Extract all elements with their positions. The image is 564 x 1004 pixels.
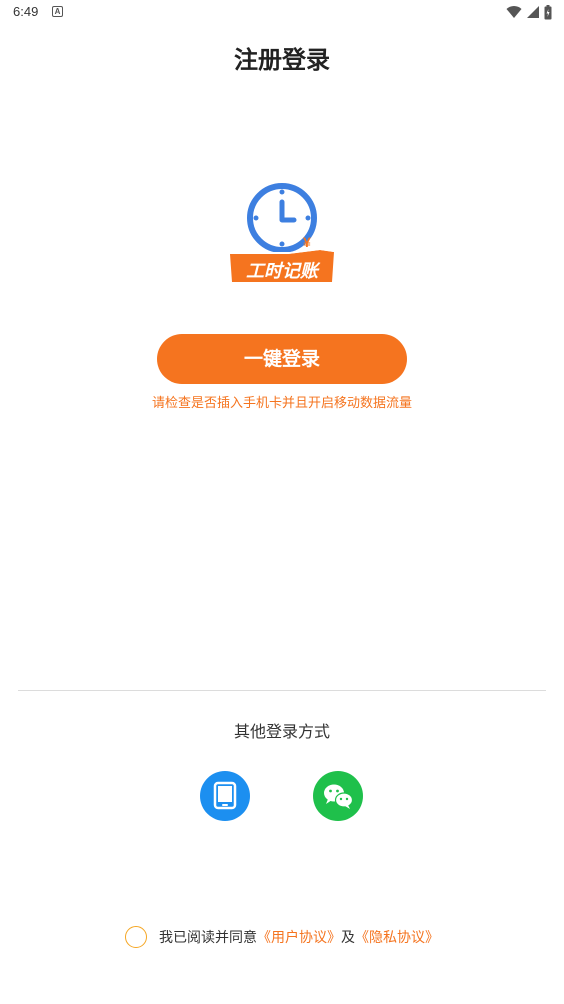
- agreement-checkbox[interactable]: [125, 926, 147, 948]
- battery-icon: [544, 4, 552, 19]
- user-agreement-link[interactable]: 《用户协议》: [257, 927, 341, 947]
- yen-icon: ¥: [303, 234, 311, 250]
- one-tap-login-button[interactable]: 一键登录: [157, 334, 407, 384]
- status-bar: 6:49 A: [0, 0, 564, 24]
- status-time: 6:49: [13, 4, 39, 19]
- wechat-icon: [324, 784, 354, 809]
- page-title: 注册登录: [234, 46, 330, 74]
- other-login-title: 其他登录方式: [233, 722, 330, 741]
- privacy-policy-link[interactable]: 《隐私协议》: [355, 927, 439, 947]
- wifi-icon: [506, 6, 522, 19]
- signal-icon: [527, 6, 539, 18]
- notification-icon: A: [52, 6, 63, 17]
- divider: [18, 690, 546, 691]
- wechat-login-button[interactable]: [313, 771, 363, 821]
- phone-login-button[interactable]: [200, 771, 250, 821]
- login-hint: 请检查是否插入手机卡并且开启移动数据流量: [151, 396, 412, 411]
- status-icons: [506, 4, 552, 20]
- logo-text: 工时记账: [246, 261, 321, 282]
- agreement-conjunction: 及: [341, 930, 355, 946]
- app-logo: 工时记账 ¥: [228, 180, 336, 286]
- agreement-prefix: 我已阅读并同意: [159, 930, 257, 946]
- agreement-row: 我已阅读并同意 《用户协议》 及 《隐私协议》: [0, 926, 564, 948]
- tablet-icon: [213, 781, 237, 810]
